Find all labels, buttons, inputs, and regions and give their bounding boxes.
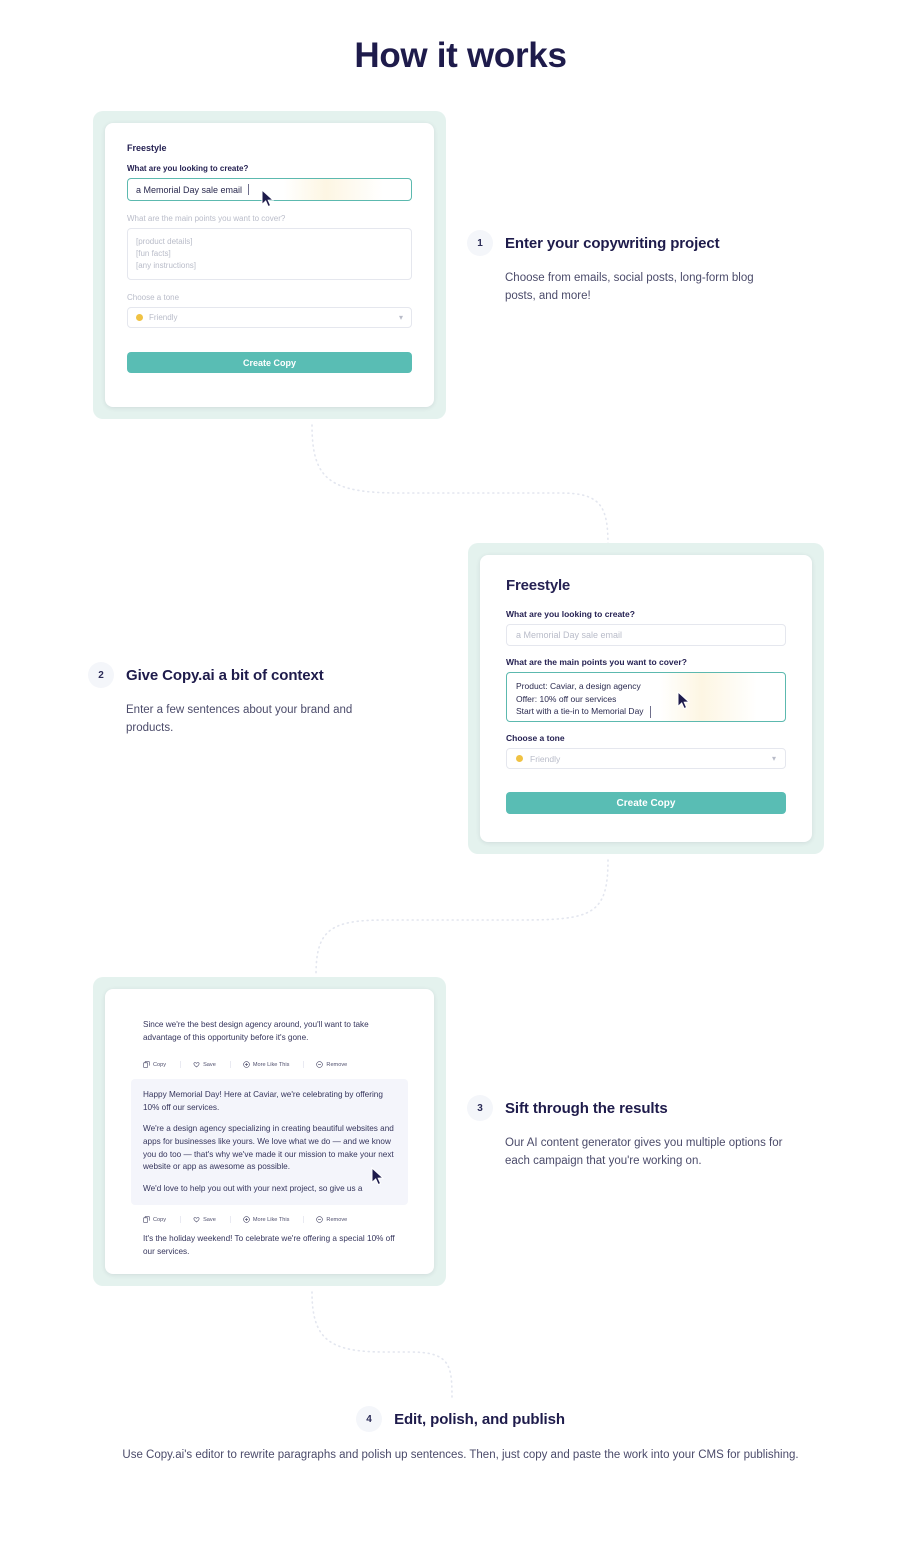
create-copy-button[interactable]: Create Copy — [506, 792, 786, 814]
text-caret — [248, 184, 250, 195]
more-like-this-action[interactable]: More Like This — [243, 1216, 305, 1224]
how-it-works-page: How it works Freestyle What are you look… — [0, 0, 921, 1543]
form-title: Freestyle — [506, 577, 571, 594]
remove-action[interactable]: Remove — [316, 1061, 347, 1068]
placeholder-line: [any instructions] — [136, 261, 197, 270]
result-item[interactable]: Since we're the best design agency aroun… — [131, 1011, 408, 1052]
action-label: Save — [203, 1061, 216, 1068]
step-number-badge: 2 — [88, 662, 114, 688]
step-header: 1 Enter your copywriting project — [467, 230, 767, 256]
step-title: Enter your copywriting project — [505, 234, 720, 252]
plus-circle-icon — [243, 1216, 250, 1224]
action-label: More Like This — [252, 1216, 290, 1223]
step-number-badge: 4 — [356, 1406, 383, 1432]
tone-value: Friendly — [149, 313, 178, 322]
create-copy-button[interactable]: Create Copy — [127, 352, 412, 373]
copy-icon — [143, 1061, 150, 1068]
result-item[interactable]: It's the holiday weekend! To celebrate w… — [131, 1223, 408, 1258]
result-text: Since we're the best design agency aroun… — [143, 1020, 369, 1042]
step-number-badge: 3 — [467, 1095, 493, 1121]
screenshot-card-step-3: Since we're the best design agency aroun… — [93, 977, 446, 1286]
label-main-points: What are the main points you want to cov… — [506, 657, 687, 667]
results-list: Since we're the best design agency aroun… — [105, 989, 434, 1274]
result-text: We're a design agency specializing in cr… — [143, 1124, 394, 1172]
screenshot-card-step-1: Freestyle What are you looking to create… — [93, 111, 446, 419]
step-number-badge: 1 — [467, 230, 493, 256]
screenshot-card-step-2: Freestyle What are you looking to create… — [468, 543, 824, 854]
action-label: Save — [203, 1216, 216, 1223]
tone-select[interactable]: Friendly ▾ — [127, 307, 412, 328]
more-like-this-action[interactable]: More Like This — [243, 1061, 305, 1069]
action-label: Copy — [153, 1061, 167, 1068]
result-actions: Copy Save More Like This Remove — [143, 1216, 408, 1224]
step-body: Choose from emails, social posts, long-f… — [505, 272, 754, 302]
step-title: Sift through the results — [505, 1099, 668, 1117]
copy-icon — [143, 1216, 150, 1224]
tone-value: Friendly — [530, 753, 561, 764]
text-caret — [649, 705, 651, 718]
placeholder-line: [fun facts] — [136, 249, 171, 258]
action-label: Remove — [326, 1061, 348, 1068]
tone-color-dot — [136, 314, 143, 321]
chevron-down-icon: ▾ — [398, 313, 403, 322]
placeholder-line: [product details] — [136, 237, 193, 246]
step-header: 2 Give Copy.ai a bit of context — [88, 662, 388, 688]
result-item-highlighted[interactable]: Happy Memorial Day! Here at Caviar, we'r… — [131, 1079, 408, 1206]
action-label: More Like This — [252, 1061, 290, 1068]
step-3: 3 Sift through the results Our AI conten… — [467, 1095, 787, 1170]
input-value: a Memorial Day sale email — [136, 184, 243, 195]
step-header: 3 Sift through the results — [467, 1095, 787, 1121]
step-1: 1 Enter your copywriting project Choose … — [467, 230, 767, 305]
label-choose-tone: Choose a tone — [127, 293, 180, 302]
copy-action[interactable]: Copy — [143, 1216, 182, 1224]
textarea-main-points[interactable]: [product details] [fun facts] [any instr… — [127, 228, 412, 280]
chevron-down-icon: ▾ — [771, 754, 776, 763]
tone-color-dot — [516, 755, 523, 762]
step-body: Use Copy.ai's editor to rewrite paragrap… — [122, 1449, 799, 1461]
step-4: 4 Edit, polish, and publish Use Copy.ai'… — [0, 1406, 921, 1464]
save-action[interactable]: Save — [193, 1216, 231, 1224]
label-choose-tone: Choose a tone — [506, 733, 565, 743]
step-body: Enter a few sentences about your brand a… — [126, 704, 353, 734]
heart-icon — [193, 1217, 200, 1223]
form-title: Freestyle — [127, 143, 167, 153]
textarea-main-points[interactable]: Product: Caviar, a design agency Offer: … — [506, 672, 786, 722]
label-what-to-create: What are you looking to create? — [127, 164, 249, 173]
result-text: Happy Memorial Day! Here at Caviar, we'r… — [143, 1090, 383, 1112]
tone-select[interactable]: Friendly ▾ — [506, 748, 786, 769]
freestyle-form-2: Freestyle What are you looking to create… — [480, 555, 812, 842]
minus-circle-icon — [316, 1216, 324, 1224]
step-title: Edit, polish, and publish — [394, 1410, 565, 1428]
action-label: Remove — [326, 1216, 348, 1223]
copy-action[interactable]: Copy — [143, 1061, 182, 1069]
step-header: 4 Edit, polish, and publish — [0, 1406, 921, 1432]
step-2: 2 Give Copy.ai a bit of context Enter a … — [88, 662, 388, 737]
step-body: Our AI content generator gives you multi… — [505, 1137, 783, 1167]
label-what-to-create: What are you looking to create? — [506, 609, 635, 619]
step-title: Give Copy.ai a bit of context — [126, 666, 324, 684]
result-actions: Copy Save More Like This Remove — [143, 1061, 408, 1069]
points-line: Offer: 10% off our services — [516, 693, 617, 704]
remove-action[interactable]: Remove — [316, 1216, 348, 1224]
input-what-to-create[interactable]: a Memorial Day sale email — [506, 624, 786, 646]
plus-circle-icon — [243, 1061, 250, 1068]
minus-circle-icon — [316, 1061, 324, 1068]
page-title: How it works — [354, 36, 567, 75]
points-line-text: Start with a tie-in to Memorial Day — [516, 706, 644, 716]
points-line: Start with a tie-in to Memorial Day — [516, 705, 651, 718]
action-label: Copy — [153, 1216, 167, 1223]
save-action[interactable]: Save — [193, 1061, 231, 1069]
heart-icon — [193, 1062, 200, 1068]
result-text: It's the holiday weekend! To celebrate w… — [143, 1234, 395, 1256]
points-line: Product: Caviar, a design agency — [516, 681, 641, 691]
input-what-to-create[interactable]: a Memorial Day sale email — [127, 178, 412, 201]
freestyle-form-1: Freestyle What are you looking to create… — [105, 123, 434, 407]
input-placeholder: a Memorial Day sale email — [516, 630, 623, 640]
label-main-points: What are the main points you want to cov… — [127, 214, 286, 223]
result-text: We'd love to help you out with your next… — [143, 1183, 363, 1193]
